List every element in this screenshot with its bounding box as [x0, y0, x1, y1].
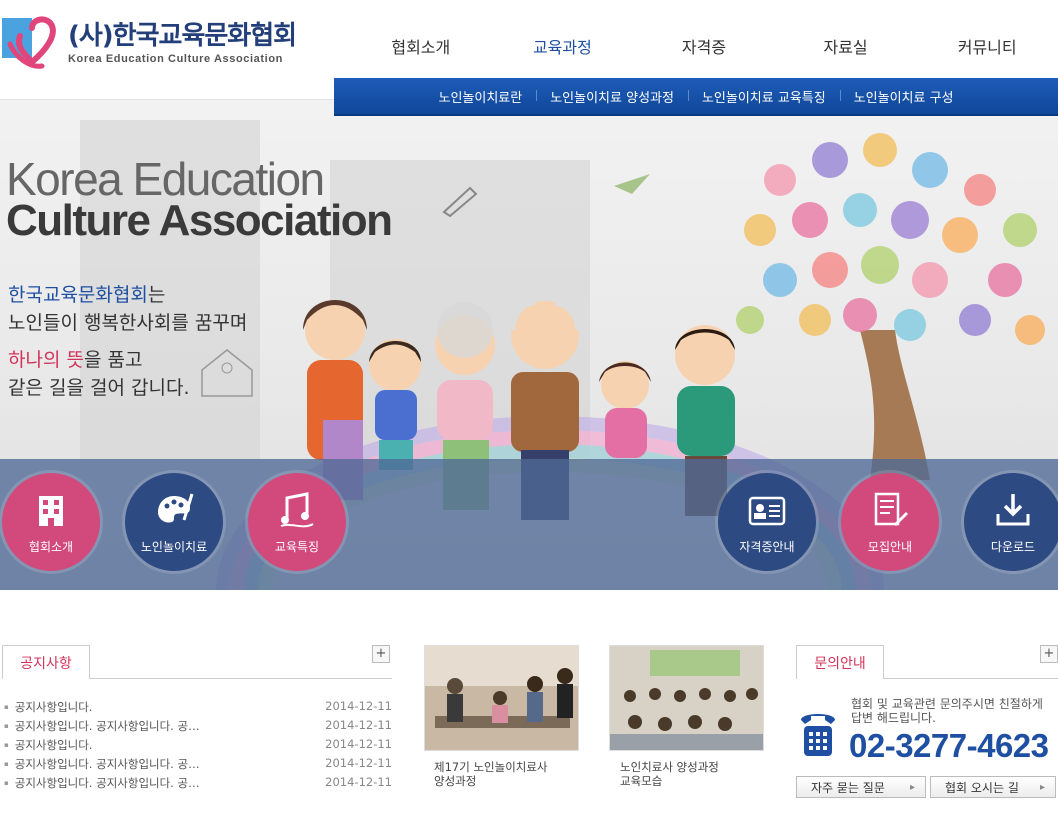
download-icon — [996, 493, 1030, 525]
quick-link-play-therapy[interactable]: 노인놀이치료 — [125, 473, 223, 571]
quick-link-label: 교육특징 — [274, 539, 320, 554]
divider — [90, 678, 392, 679]
gallery-caption[interactable]: 제17기 노인놀이치료사 양성과정 — [434, 760, 548, 788]
inquiry-more-button[interactable]: + — [1040, 645, 1058, 663]
building-icon — [39, 495, 63, 526]
pencil-icon — [442, 186, 478, 218]
logo-english-name: Korea Education Culture Association — [68, 53, 283, 65]
nav-curriculum[interactable]: 교육과정 — [492, 34, 634, 58]
classroom-photo — [425, 646, 578, 750]
palette-icon — [158, 493, 194, 523]
logo-korean-name: (사)한국교육문화협회 — [68, 21, 297, 51]
id-card-icon — [748, 496, 786, 525]
divider — [884, 678, 1058, 679]
main-nav: 협회소개 교육과정 자격증 자료실 커뮤니티 — [350, 34, 1058, 58]
sub-nav: 노인놀이치료란 노인놀이치료 양성과정 노인놀이치료 교육특징 노인놀이치료 구… — [334, 78, 1058, 116]
faq-button[interactable]: 자주 묻는 질문 — [796, 776, 926, 798]
quick-link-recruitment[interactable]: 모집안내 — [841, 473, 939, 571]
inquiry-tab[interactable]: 문의안내 — [796, 645, 884, 679]
document-pen-icon — [874, 492, 908, 526]
nav-certificate[interactable]: 자격증 — [633, 34, 775, 58]
quick-link-certificate[interactable]: 자격증안내 — [718, 473, 816, 571]
quick-link-label: 자격증안내 — [739, 539, 795, 554]
site-logo[interactable]: (사)한국교육문화협회 Korea Education Culture Asso… — [2, 14, 297, 72]
music-icon — [280, 491, 314, 527]
quick-link-label: 다운로드 — [990, 539, 1036, 554]
quick-link-label: 모집안내 — [867, 539, 913, 554]
inquiry-description: 협회 및 교육관련 문의주시면 친절하게 답변 해드립니다. — [851, 697, 1043, 725]
telephone-icon — [801, 714, 835, 756]
quick-link-label: 협회소개 — [28, 539, 74, 554]
notice-tab[interactable]: 공지사항 — [2, 645, 90, 679]
notice-more-button[interactable]: + — [372, 645, 390, 663]
gallery-photo[interactable] — [424, 645, 579, 751]
subnav-item[interactable]: 노인놀이치료 구성 — [839, 87, 968, 106]
hero-text: 한국교육문화협회는 — [8, 284, 166, 306]
gallery-photo[interactable] — [609, 645, 764, 751]
nav-community[interactable]: 커뮤니티 — [916, 34, 1058, 58]
hero-title-line2: Culture Association — [6, 196, 393, 245]
quick-link-about[interactable]: 협회소개 — [2, 473, 100, 571]
quick-link-label: 노인놀이치료 — [140, 539, 208, 554]
school-icon — [201, 349, 253, 397]
nav-about[interactable]: 협회소개 — [350, 34, 492, 58]
quick-link-download[interactable]: 다운로드 — [964, 473, 1058, 571]
hero-text: 하나의 뜻을 품고 — [8, 349, 143, 371]
location-button[interactable]: 협회 오시는 길 — [930, 776, 1056, 798]
notice-item[interactable]: 공지사항입니다.2014-12-11 — [4, 737, 392, 753]
phone-number[interactable]: 02-3277-4623 — [849, 727, 1049, 765]
lecture-hall-photo — [610, 646, 763, 750]
hero-text: 노인들이 행복한사회를 꿈꾸며 — [8, 312, 248, 334]
notice-item[interactable]: 공지사항입니다. 공지사항입니다. 공…2014-12-11 — [4, 775, 392, 791]
gallery-caption[interactable]: 노인치료사 양성과정 교육모습 — [620, 760, 719, 788]
subnav-item[interactable]: 노인놀이치료 양성과정 — [536, 87, 688, 106]
heart-tree-illustration — [736, 133, 1045, 480]
notice-item[interactable]: 공지사항입니다.2014-12-11 — [4, 699, 392, 715]
nav-resources[interactable]: 자료실 — [775, 34, 917, 58]
heart-logo-icon — [2, 14, 64, 72]
hero-text: 같은 길을 걸어 갑니다. — [8, 377, 190, 399]
paper-plane-icon — [614, 174, 650, 194]
notice-item[interactable]: 공지사항입니다. 공지사항입니다. 공…2014-12-11 — [4, 756, 392, 772]
subnav-item[interactable]: 노인놀이치료 교육특징 — [687, 87, 840, 106]
subnav-item[interactable]: 노인놀이치료란 — [424, 87, 536, 106]
quick-link-features[interactable]: 교육특징 — [248, 473, 346, 571]
notice-item[interactable]: 공지사항입니다. 공지사항입니다. 공…2014-12-11 — [4, 718, 392, 734]
